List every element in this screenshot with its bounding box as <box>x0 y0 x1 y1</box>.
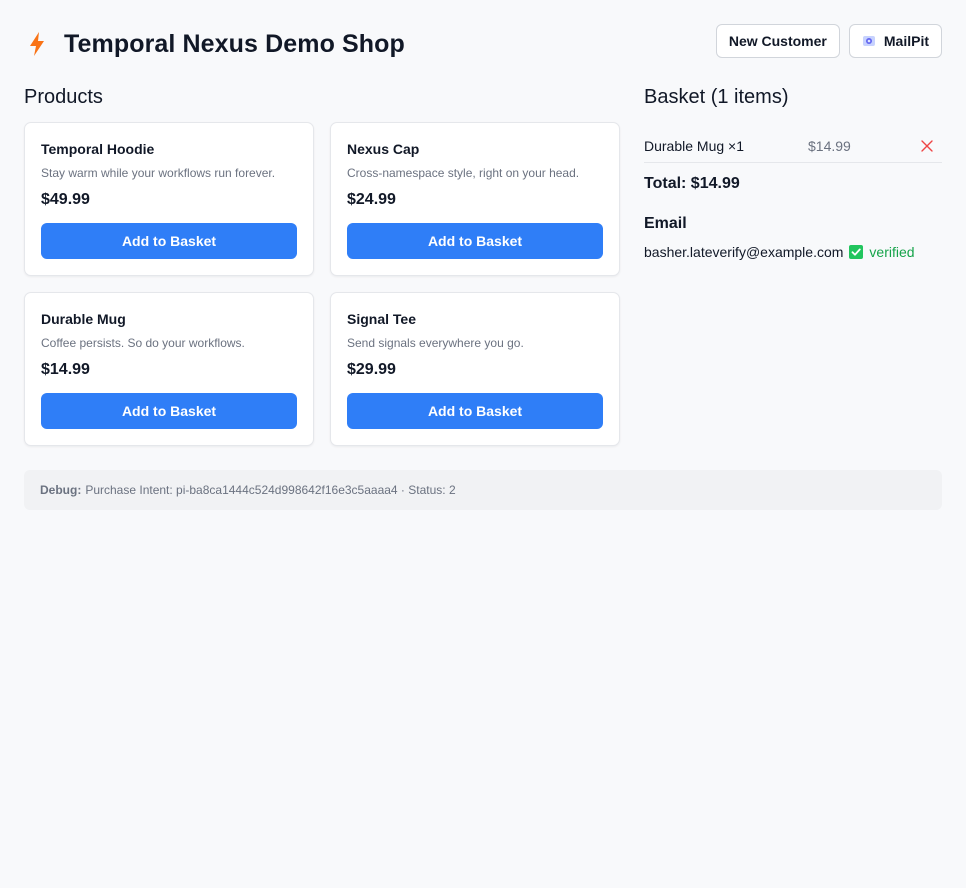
basket-divider <box>644 162 942 163</box>
lightning-bolt-icon <box>24 31 50 57</box>
product-description: Cross-namespace style, right on your hea… <box>347 166 580 180</box>
page-title: Temporal Nexus Demo Shop <box>64 29 405 58</box>
email-row: basher.lateverify@example.com verified <box>644 244 915 260</box>
mailpit-label: MailPit <box>883 33 929 49</box>
product-price: $49.99 <box>41 191 90 208</box>
product-description: Coffee persists. So do your workflows. <box>41 336 245 350</box>
product-description: Send signals everywhere you go. <box>347 336 524 350</box>
product-price: $14.99 <box>41 361 90 378</box>
basket-item: Durable Mug ×1 $14.99 <box>644 130 942 162</box>
add-to-basket-button[interactable]: Add to Basket <box>347 393 603 429</box>
check-icon <box>849 245 864 259</box>
product-card: Nexus Cap Cross-namespace style, right o… <box>330 122 620 276</box>
debug-text: Purchase Intent: pi-ba8ca1444c524d998642… <box>85 483 456 497</box>
brand: Temporal Nexus Demo Shop <box>24 30 405 59</box>
add-to-basket-button[interactable]: Add to Basket <box>41 223 297 259</box>
product-price: $24.99 <box>347 191 396 208</box>
add-to-basket-button[interactable]: Add to Basket <box>347 223 603 259</box>
remove-item-icon[interactable] <box>920 139 934 153</box>
product-description: Stay warm while your workflows run forev… <box>41 166 276 180</box>
header-actions: New Customer MailPit <box>715 24 942 58</box>
verified-status: verified <box>869 244 915 260</box>
basket-heading: Basket (1 items) <box>644 86 789 108</box>
basket-item-price: $14.99 <box>808 138 851 154</box>
product-card: Temporal Hoodie Stay warm while your wor… <box>24 122 314 276</box>
product-card: Signal Tee Send signals everywhere you g… <box>330 292 620 446</box>
mailpit-button[interactable]: MailPit <box>848 24 942 58</box>
product-name: Nexus Cap <box>347 141 420 157</box>
add-to-basket-button[interactable]: Add to Basket <box>41 393 297 429</box>
basket-total: Total: $14.99 <box>644 175 740 192</box>
basket-item-name: Durable Mug ×1 <box>644 138 745 154</box>
email-address: basher.lateverify@example.com <box>644 244 844 260</box>
debug-label: Debug: <box>40 483 82 497</box>
product-name: Durable Mug <box>41 311 126 327</box>
products-heading: Products <box>24 86 103 108</box>
product-name: Temporal Hoodie <box>41 141 155 157</box>
new-customer-button[interactable]: New Customer <box>715 24 840 58</box>
product-price: $29.99 <box>347 361 396 378</box>
mailpit-icon <box>862 34 876 48</box>
product-name: Signal Tee <box>347 311 416 327</box>
debug-bar: Debug: Purchase Intent: pi-ba8ca1444c524… <box>24 470 942 510</box>
product-card: Durable Mug Coffee persists. So do your … <box>24 292 314 446</box>
email-heading: Email <box>644 215 687 232</box>
header: Temporal Nexus Demo Shop New Customer Ma… <box>24 24 942 64</box>
